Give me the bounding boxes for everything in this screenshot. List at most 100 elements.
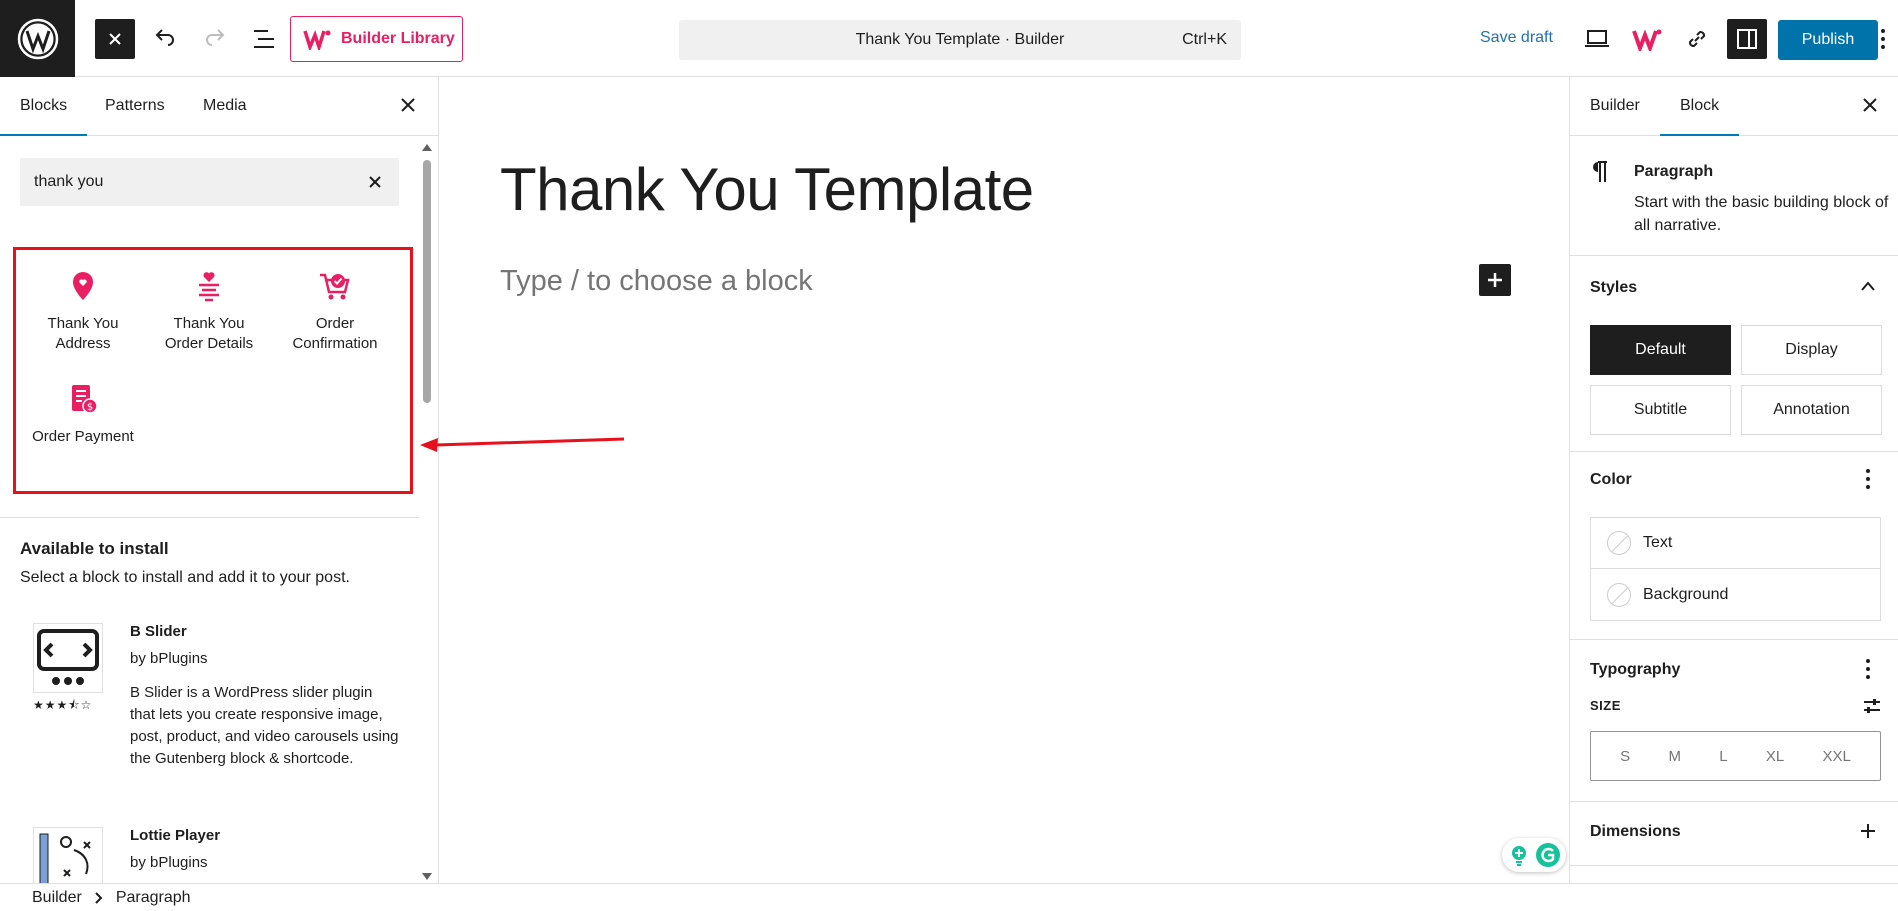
style-default-button[interactable]: Default <box>1590 325 1731 375</box>
clear-search-icon[interactable] <box>365 172 385 192</box>
builder-library-button[interactable]: Builder Library <box>290 16 463 62</box>
close-icon[interactable] <box>398 95 418 115</box>
custom-size-sliders-icon[interactable] <box>1862 696 1882 716</box>
command-shortcut: Ctrl+K <box>1182 31 1227 48</box>
styles-heading[interactable]: Styles <box>1590 279 1637 297</box>
scroll-up-icon[interactable] <box>421 142 433 152</box>
post-title[interactable]: Thank You Template <box>500 155 1034 224</box>
rating-stars: ★★★⯪☆ <box>33 698 93 712</box>
more-vertical-icon[interactable] <box>1868 19 1898 59</box>
style-annotation-button[interactable]: Annotation <box>1741 385 1882 435</box>
undo-icon[interactable] <box>145 19 185 59</box>
redo-icon[interactable] <box>195 19 235 59</box>
plugin-author: by bPlugins <box>130 854 208 871</box>
text-color-option[interactable]: Text <box>1591 518 1880 569</box>
settings-sidebar-icon[interactable] <box>1727 19 1767 59</box>
publish-button[interactable]: Publish <box>1778 20 1878 60</box>
block-label: Thank You <box>47 315 119 332</box>
link-icon[interactable] <box>1677 19 1717 59</box>
block-label: Confirmation <box>292 335 378 352</box>
lottie-icon <box>39 833 91 883</box>
block-label: Thank You <box>173 315 245 332</box>
builder-logo-icon[interactable] <box>1627 19 1667 59</box>
divider <box>0 517 419 518</box>
annotation-arrow-icon <box>420 437 625 452</box>
empty-swatch-icon <box>1607 582 1631 607</box>
dimensions-heading[interactable]: Dimensions <box>1590 823 1681 841</box>
color-heading: Color <box>1590 471 1632 488</box>
tab-builder[interactable]: Builder <box>1590 97 1640 115</box>
block-item-order-confirmation[interactable]: Order Confirmation <box>272 270 398 354</box>
block-card: Paragraph Start with the basic building … <box>1570 136 1898 256</box>
size-option-l[interactable]: L <box>1719 748 1727 765</box>
grammarly-widget[interactable] <box>1502 838 1566 872</box>
grammarly-logo-icon <box>1536 843 1560 867</box>
more-vertical-icon[interactable] <box>1865 658 1871 680</box>
settings-sidebar: Builder Block Paragraph Start with the b… <box>1569 77 1898 883</box>
close-icon[interactable] <box>1860 95 1880 115</box>
add-block-button[interactable] <box>1479 264 1511 296</box>
wordpress-logo-icon[interactable] <box>0 0 75 77</box>
style-display-button[interactable]: Display <box>1741 325 1882 375</box>
breadcrumb-item-paragraph[interactable]: Paragraph <box>116 889 191 907</box>
search-value: thank you <box>34 173 104 190</box>
block-description: Start with the basic building block of a… <box>1634 194 1889 234</box>
plugin-name: Lottie Player <box>130 827 221 844</box>
breadcrumb-item-builder[interactable]: Builder <box>32 889 82 907</box>
more-vertical-icon[interactable] <box>1865 468 1871 490</box>
inserter-tabs: Blocks Patterns Media <box>0 77 438 136</box>
svg-text:$: $ <box>87 402 93 413</box>
document-title: Thank You Template · Builder <box>855 31 1065 48</box>
breadcrumb: Builder Paragraph <box>0 883 1898 911</box>
size-option-xxl[interactable]: XXL <box>1822 748 1850 765</box>
block-label: Order Payment <box>32 428 134 445</box>
save-draft-button[interactable]: Save draft <box>1480 29 1553 47</box>
chevron-up-icon[interactable] <box>1860 280 1876 292</box>
tab-block[interactable]: Block <box>1659 97 1740 136</box>
size-option-s[interactable]: S <box>1620 748 1630 765</box>
tab-patterns[interactable]: Patterns <box>105 97 165 115</box>
block-item-thank-you-address[interactable]: Thank You Address <box>20 270 146 354</box>
size-option-m[interactable]: M <box>1668 748 1681 765</box>
font-size-picker: S M L XL XXL <box>1590 731 1881 781</box>
block-label: Order Details <box>164 335 254 352</box>
plugin-thumbnail <box>33 623 103 693</box>
editor-header: Builder Library Thank You Template · Bui… <box>0 0 1898 77</box>
inserter-scrollbar[interactable] <box>421 142 433 882</box>
tab-blocks[interactable]: Blocks <box>0 97 88 136</box>
block-search-input[interactable]: thank you <box>20 158 399 206</box>
block-placeholder[interactable]: Type / to choose a block <box>500 265 813 298</box>
block-item-order-payment[interactable]: $ Order Payment <box>20 383 146 447</box>
scroll-down-icon[interactable] <box>421 872 433 882</box>
cart-check-icon <box>320 273 350 300</box>
plugin-author: by bPlugins <box>130 650 208 667</box>
order-details-icon <box>199 272 219 302</box>
size-label: SIZE <box>1590 698 1621 713</box>
chevron-right-icon <box>95 891 103 904</box>
block-item-thank-you-order-details[interactable]: Thank You Order Details <box>146 270 272 354</box>
color-label: Text <box>1643 534 1673 551</box>
size-option-xl[interactable]: XL <box>1766 748 1784 765</box>
payment-receipt-icon: $ <box>72 385 98 414</box>
block-name: Paragraph <box>1634 163 1714 180</box>
plugin-description: B Slider is a WordPress slider plugin th… <box>130 684 399 767</box>
available-to-install-desc: Select a block to install and add it to … <box>20 569 350 586</box>
style-subtitle-button[interactable]: Subtitle <box>1590 385 1731 435</box>
builder-logo-icon <box>303 30 331 50</box>
typography-heading: Typography <box>1590 661 1681 678</box>
settings-tabs: Builder Block <box>1570 77 1898 136</box>
list-view-icon[interactable] <box>245 19 285 59</box>
desktop-view-icon[interactable] <box>1577 19 1617 59</box>
builder-library-label: Builder Library <box>341 30 455 47</box>
tab-media[interactable]: Media <box>203 97 247 115</box>
block-label: Order <box>315 315 355 332</box>
typography-panel: Typography SIZE S M L XL XXL <box>1570 640 1898 802</box>
close-icon[interactable] <box>95 19 135 59</box>
plus-icon[interactable] <box>1859 822 1877 840</box>
scrollbar-thumb[interactable] <box>423 160 431 403</box>
command-palette-button[interactable]: Thank You Template · Builder Ctrl+K <box>679 20 1241 60</box>
dimensions-panel: Dimensions <box>1570 802 1898 866</box>
background-color-option[interactable]: Background <box>1591 569 1880 620</box>
editor-canvas: Thank You Template Type / to choose a bl… <box>440 77 1569 883</box>
available-to-install-heading: Available to install <box>20 539 169 558</box>
